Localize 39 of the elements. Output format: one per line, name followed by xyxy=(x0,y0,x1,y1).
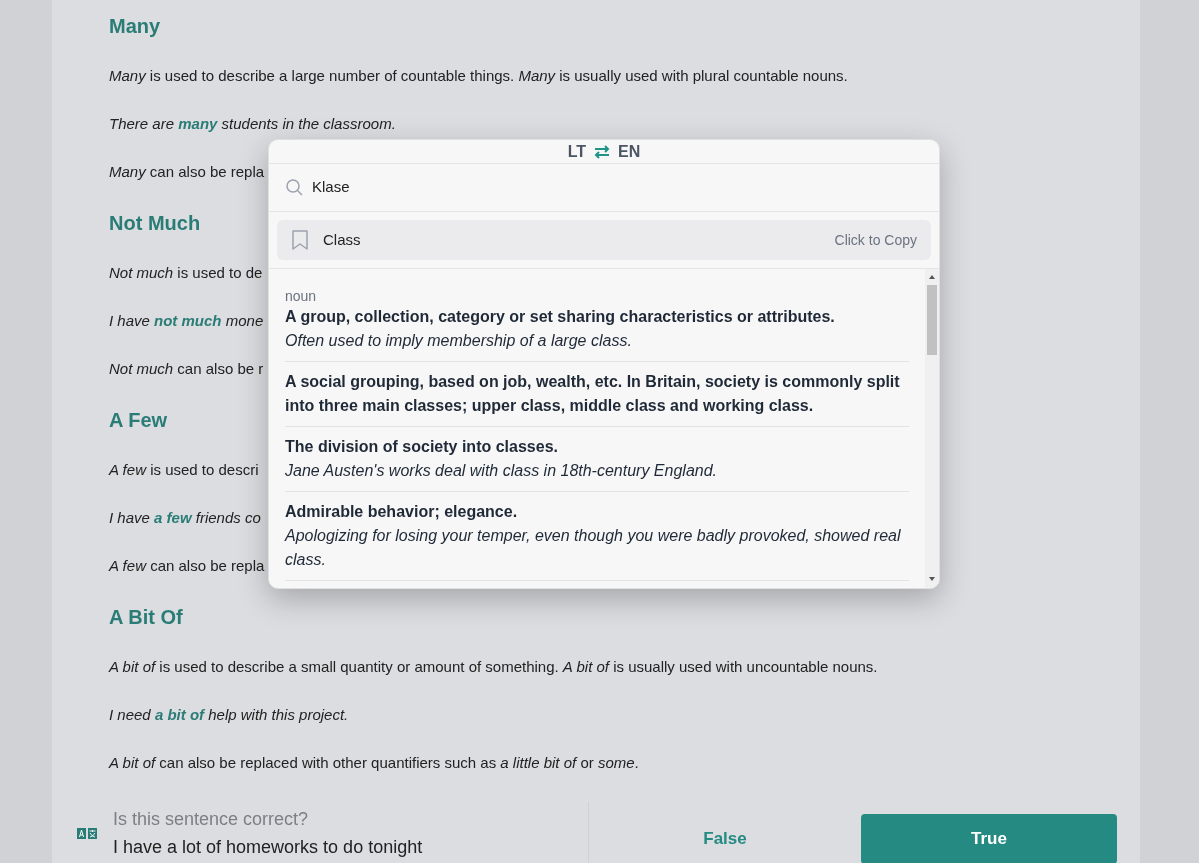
example-text: Often used to imply membership of a large class. xyxy=(285,331,633,351)
translated-word: Class xyxy=(323,229,361,250)
section-heading: A Bit Of xyxy=(109,605,183,629)
paragraph: A few can also be repla xyxy=(109,556,265,576)
source-language[interactable]: LT xyxy=(567,140,587,164)
paragraph: Many can also be repla xyxy=(109,162,265,182)
definition-text: A social grouping, based on job, wealth, etc. In Britain, society is commonly split into three main classes; upper class, middle class and working class. xyxy=(285,372,901,416)
paragraph: A bit of can also be replaced with other quantifiers such as a little bit of or some. xyxy=(109,753,639,773)
definition-text: Admirable behavior; elegance. xyxy=(285,502,519,522)
paragraph: Not much can also be r xyxy=(109,359,264,379)
search-icon xyxy=(286,179,303,196)
sentence-text: I have a lot of homeworks to do tonight xyxy=(113,836,423,859)
copy-hint[interactable]: Click to Copy xyxy=(834,229,917,251)
example-sentence: I need a bit of help with this project. xyxy=(109,705,349,725)
paragraph: A bit of is used to describe a small quantity or amount of something. A bit of is usually used with uncountable nouns. xyxy=(109,657,878,677)
definition-text: The division of society into classes. xyxy=(285,437,559,457)
example-sentence: There are many students in the classroom. xyxy=(109,114,396,134)
part-of-speech: noun xyxy=(285,287,317,305)
swap-icon[interactable] xyxy=(594,144,611,159)
target-language[interactable]: EN xyxy=(618,140,641,164)
paragraph: Many is used to describe a large number of countable things. Many is usually used with plural countable nouns. xyxy=(109,66,848,86)
paragraph: A few is used to descri xyxy=(109,460,259,480)
paragraph: Not much is used to de xyxy=(109,263,263,283)
section-heading: Not Much xyxy=(109,211,201,235)
translate-icon[interactable] xyxy=(77,827,97,839)
translation-result[interactable]: Class Click to Copy xyxy=(277,220,931,260)
section-heading: A Few xyxy=(109,408,168,432)
example-sentence: I have a few friends co xyxy=(109,508,261,528)
scrollbar[interactable] xyxy=(925,269,939,588)
search-input[interactable]: Klase xyxy=(312,176,922,199)
definition-text: A group, collection, category or set sharing characteristics or attributes. xyxy=(285,307,836,327)
answer-button[interactable]: True xyxy=(861,814,1117,863)
question-text: Is this sentence correct? xyxy=(113,808,310,831)
search-field[interactable]: Klase xyxy=(269,164,939,212)
section-heading: Many xyxy=(109,14,161,38)
example-sentence: I have not much mone xyxy=(109,311,264,331)
bookmark-icon[interactable] xyxy=(291,229,309,251)
example-text: Jane Austen's works deal with class in 18th-century England. xyxy=(285,461,719,481)
example-text: Apologizing for losing your temper, even though you were badly provoked, showed real class. xyxy=(285,526,902,570)
